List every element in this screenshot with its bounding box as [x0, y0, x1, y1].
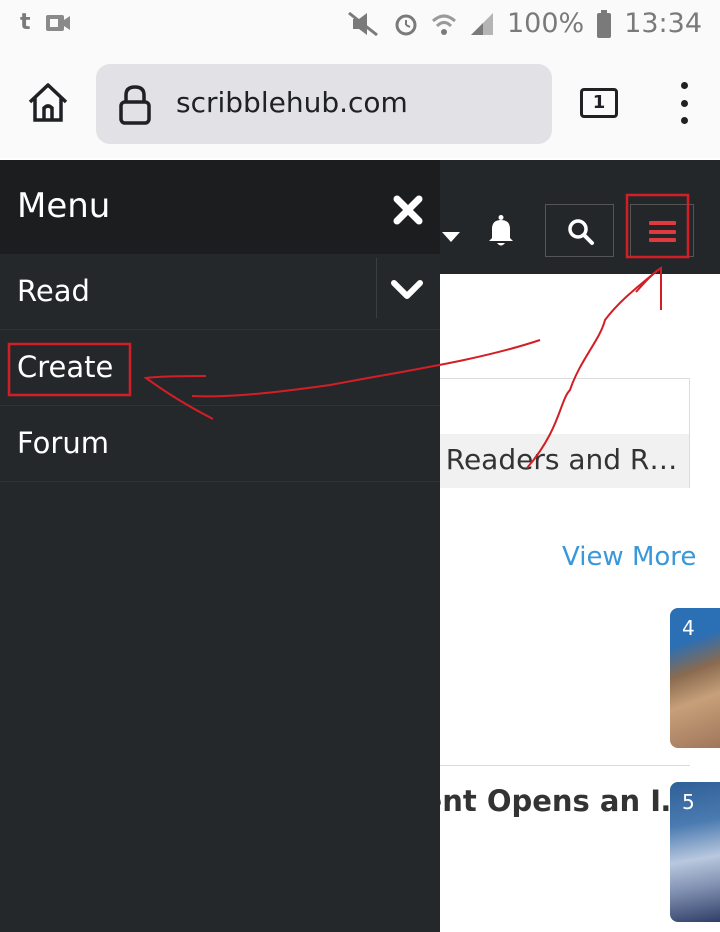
menu-item-label: Create: [17, 350, 114, 384]
battery-icon: [596, 9, 612, 38]
tumblr-icon: t: [20, 10, 31, 35]
browser-toolbar: scribblehub.com 1: [0, 50, 720, 158]
menu-header: Menu: [0, 160, 440, 254]
video-notification-icon: [45, 12, 71, 34]
bell-icon[interactable]: [484, 214, 518, 252]
rank-badge: 5: [682, 790, 695, 814]
search-button[interactable]: [545, 204, 614, 257]
annotation-arrowhead-up: [635, 266, 662, 310]
signal-icon: [469, 11, 495, 37]
search-icon: [568, 219, 594, 245]
clock: 13:34: [624, 8, 702, 39]
series-cover-1[interactable]: 4: [670, 608, 720, 748]
divider: [430, 765, 690, 766]
notice-box: f Readers and R…: [426, 378, 690, 488]
menu-item-label: Read: [17, 274, 90, 308]
hamburger-icon: [649, 221, 676, 242]
more-options-icon[interactable]: [672, 82, 696, 124]
home-icon[interactable]: [26, 80, 70, 124]
notice-text: f Readers and R…: [427, 443, 678, 476]
tab-switcher-button[interactable]: 1: [580, 88, 618, 118]
lock-icon: [118, 84, 152, 130]
wifi-icon: [431, 11, 457, 37]
side-menu: Menu Read Create Forum: [0, 160, 440, 932]
mute-icon: [345, 11, 381, 37]
view-more-link[interactable]: View More: [562, 542, 696, 572]
address-bar[interactable]: scribblehub.com: [96, 64, 552, 144]
battery-percent: 100%: [506, 8, 585, 39]
alarm-icon: [393, 11, 419, 37]
series-cover-2[interactable]: 5: [670, 782, 720, 922]
menu-item-create[interactable]: Create: [0, 330, 440, 406]
menu-item-read[interactable]: Read: [0, 254, 440, 330]
url-text: scribblehub.com: [176, 86, 408, 119]
menu-title: Menu: [17, 186, 111, 226]
status-bar: t 100% 13:34: [0, 0, 720, 50]
menu-item-label: Forum: [17, 426, 109, 460]
close-icon[interactable]: [392, 194, 424, 230]
menu-item-forum[interactable]: Forum: [0, 406, 440, 482]
hamburger-menu-button[interactable]: [630, 204, 694, 257]
rank-badge: 4: [682, 616, 695, 640]
chevron-down-icon[interactable]: [390, 278, 424, 306]
dropdown-caret-icon[interactable]: [442, 232, 460, 242]
